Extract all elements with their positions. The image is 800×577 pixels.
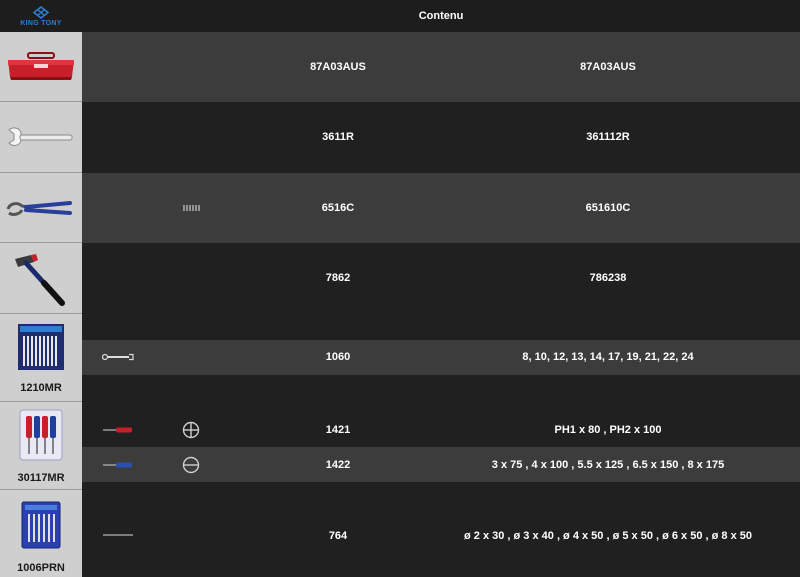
table-row: 1210MR 1060 8, 10, 12, 13, 14, 17, 19, 2… xyxy=(0,314,800,402)
phillips-icon xyxy=(182,421,200,439)
wrench-small-icon xyxy=(102,353,134,361)
king-tony-logo[interactable]: KING TONY xyxy=(0,0,82,32)
water-pump-pliers-icon xyxy=(6,201,72,216)
item-code: 6516C xyxy=(321,202,355,214)
item-code: 3611R xyxy=(322,131,354,143)
table-row: 3611R 361112R xyxy=(0,102,800,173)
screwdriver-red-small-icon xyxy=(103,427,132,433)
item-spec: ø 2 x 30 , ø 3 x 40 , ø 4 x 50 , ø 5 x 5… xyxy=(464,530,752,542)
item-code: 1422 xyxy=(325,459,351,471)
item-code: 7862 xyxy=(325,272,351,284)
punch-small-icon xyxy=(103,534,133,536)
slotted-icon xyxy=(182,456,200,474)
brand-name: KING TONY xyxy=(20,19,62,27)
hammer-thumbnail[interactable] xyxy=(0,243,82,314)
table-row: 1006PRN 764 ø 2 x 30 , ø 3 x 40 , ø 4 x … xyxy=(0,490,800,577)
pin-punch-set-icon xyxy=(21,501,61,549)
wrench-set-icon xyxy=(18,324,64,370)
page-title: Contenu xyxy=(418,10,464,22)
screwdriver-blue-small-icon xyxy=(103,462,132,468)
screwdriver-set-icon xyxy=(19,409,63,461)
item-spec: 3 x 75 , 4 x 100 , 5.5 x 125 , 6.5 x 150… xyxy=(491,459,725,471)
spring-icon xyxy=(183,205,200,211)
header-bar: KING TONY Contenu xyxy=(0,0,800,32)
item-spec: 87A03AUS xyxy=(580,61,636,73)
row-band xyxy=(82,375,800,402)
set-label: 1006PRN xyxy=(17,562,65,574)
pliers-thumbnail[interactable] xyxy=(0,173,82,243)
toolbox-thumbnail[interactable] xyxy=(0,32,82,102)
hammer-icon xyxy=(15,254,65,306)
table-row: 6516C 651610C xyxy=(0,173,800,243)
adjustable-wrench-icon xyxy=(8,127,73,146)
item-code: 1421 xyxy=(325,424,351,436)
table-row: 30117MR 1421 PH1 x 80 , PH2 x 100 1422 3… xyxy=(0,402,800,490)
item-spec: 651610C xyxy=(585,202,631,214)
king-tony-emblem-icon xyxy=(32,5,50,19)
set-label: 30117MR xyxy=(17,472,65,484)
row-band xyxy=(82,482,800,490)
item-code: 87A03AUS xyxy=(310,61,366,73)
item-spec: PH1 x 80 , PH2 x 100 xyxy=(554,424,662,436)
table-row: 87A03AUS 87A03AUS xyxy=(0,32,800,102)
screwdriver-set-thumbnail[interactable]: 30117MR xyxy=(0,402,82,490)
toolbox-red-icon xyxy=(8,52,74,80)
row-band xyxy=(82,314,800,340)
set-label: 1210MR xyxy=(20,382,62,394)
item-code: 764 xyxy=(328,530,348,542)
item-code: 1060 xyxy=(325,351,351,363)
item-spec: 786238 xyxy=(589,272,627,284)
table-row: 7862 786238 xyxy=(0,243,800,314)
item-spec: 361112R xyxy=(586,131,630,143)
punch-set-thumbnail[interactable]: 1006PRN xyxy=(0,490,82,577)
wrench-set-thumbnail[interactable]: 1210MR xyxy=(0,314,82,402)
wrench-thumbnail[interactable] xyxy=(0,102,82,173)
item-spec: 8, 10, 12, 13, 14, 17, 19, 21, 22, 24 xyxy=(522,351,694,363)
